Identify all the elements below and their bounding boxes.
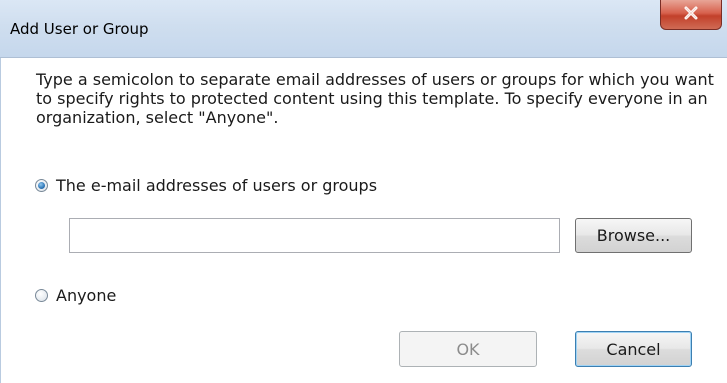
browse-button[interactable]: Browse... — [575, 218, 692, 253]
close-button[interactable] — [660, 0, 722, 30]
cancel-button[interactable]: Cancel — [575, 331, 692, 367]
email-option-row[interactable]: The e-mail addresses of users or groups — [35, 176, 377, 195]
add-user-or-group-dialog: Add User or Group Type a semicolon to se… — [0, 0, 727, 383]
email-addresses-input[interactable] — [69, 218, 560, 253]
anyone-option-row[interactable]: Anyone — [35, 286, 116, 305]
title-bar: Add User or Group — [0, 0, 727, 58]
dialog-body: Type a semicolon to separate email addre… — [0, 58, 727, 383]
anyone-option-label[interactable]: Anyone — [56, 286, 116, 305]
close-icon — [683, 5, 699, 24]
email-option-label[interactable]: The e-mail addresses of users or groups — [56, 176, 377, 195]
email-radio[interactable] — [35, 179, 48, 192]
dialog-title: Add User or Group — [10, 20, 149, 38]
instructions-text: Type a semicolon to separate email addre… — [36, 70, 714, 127]
anyone-radio[interactable] — [35, 289, 48, 302]
ok-button[interactable]: OK — [399, 331, 537, 367]
